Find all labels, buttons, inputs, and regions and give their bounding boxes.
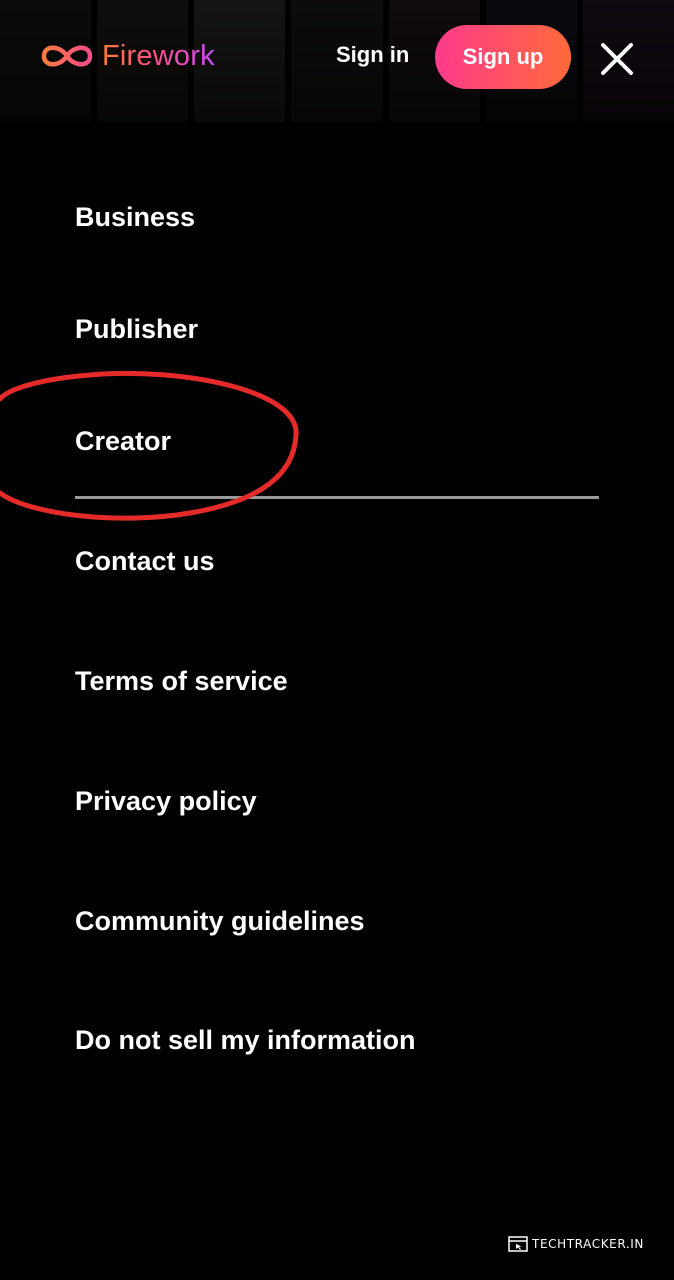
menu-item-publisher[interactable]: Publisher bbox=[75, 313, 198, 345]
watermark: TechTracker.in bbox=[508, 1236, 644, 1252]
menu-item-contact-us[interactable]: Contact us bbox=[75, 545, 215, 577]
menu-item-creator[interactable]: Creator bbox=[75, 425, 171, 457]
menu-divider bbox=[75, 496, 599, 499]
sign-up-button[interactable]: Sign up bbox=[435, 25, 571, 89]
firework-logo-icon bbox=[41, 45, 93, 67]
menu-item-do-not-sell[interactable]: Do not sell my information bbox=[75, 1024, 416, 1056]
sign-up-label: Sign up bbox=[462, 44, 544, 69]
menu-item-terms-of-service[interactable]: Terms of service bbox=[75, 665, 288, 697]
logo-text: Firework bbox=[102, 39, 215, 72]
firework-logo[interactable]: Firework bbox=[38, 36, 215, 76]
menu-page: Firework Sign in Sign up Business Publis… bbox=[0, 0, 674, 1280]
watermark-text: TechTracker.in bbox=[532, 1237, 644, 1251]
top-header: Firework Sign in Sign up bbox=[0, 0, 674, 122]
menu-item-business[interactable]: Business bbox=[75, 201, 195, 233]
close-icon[interactable] bbox=[598, 40, 636, 78]
menu-item-community-guidelines[interactable]: Community guidelines bbox=[75, 905, 365, 937]
sign-in-button[interactable]: Sign in bbox=[336, 42, 409, 68]
menu-item-privacy-policy[interactable]: Privacy policy bbox=[75, 785, 257, 817]
browser-window-icon bbox=[508, 1236, 528, 1252]
